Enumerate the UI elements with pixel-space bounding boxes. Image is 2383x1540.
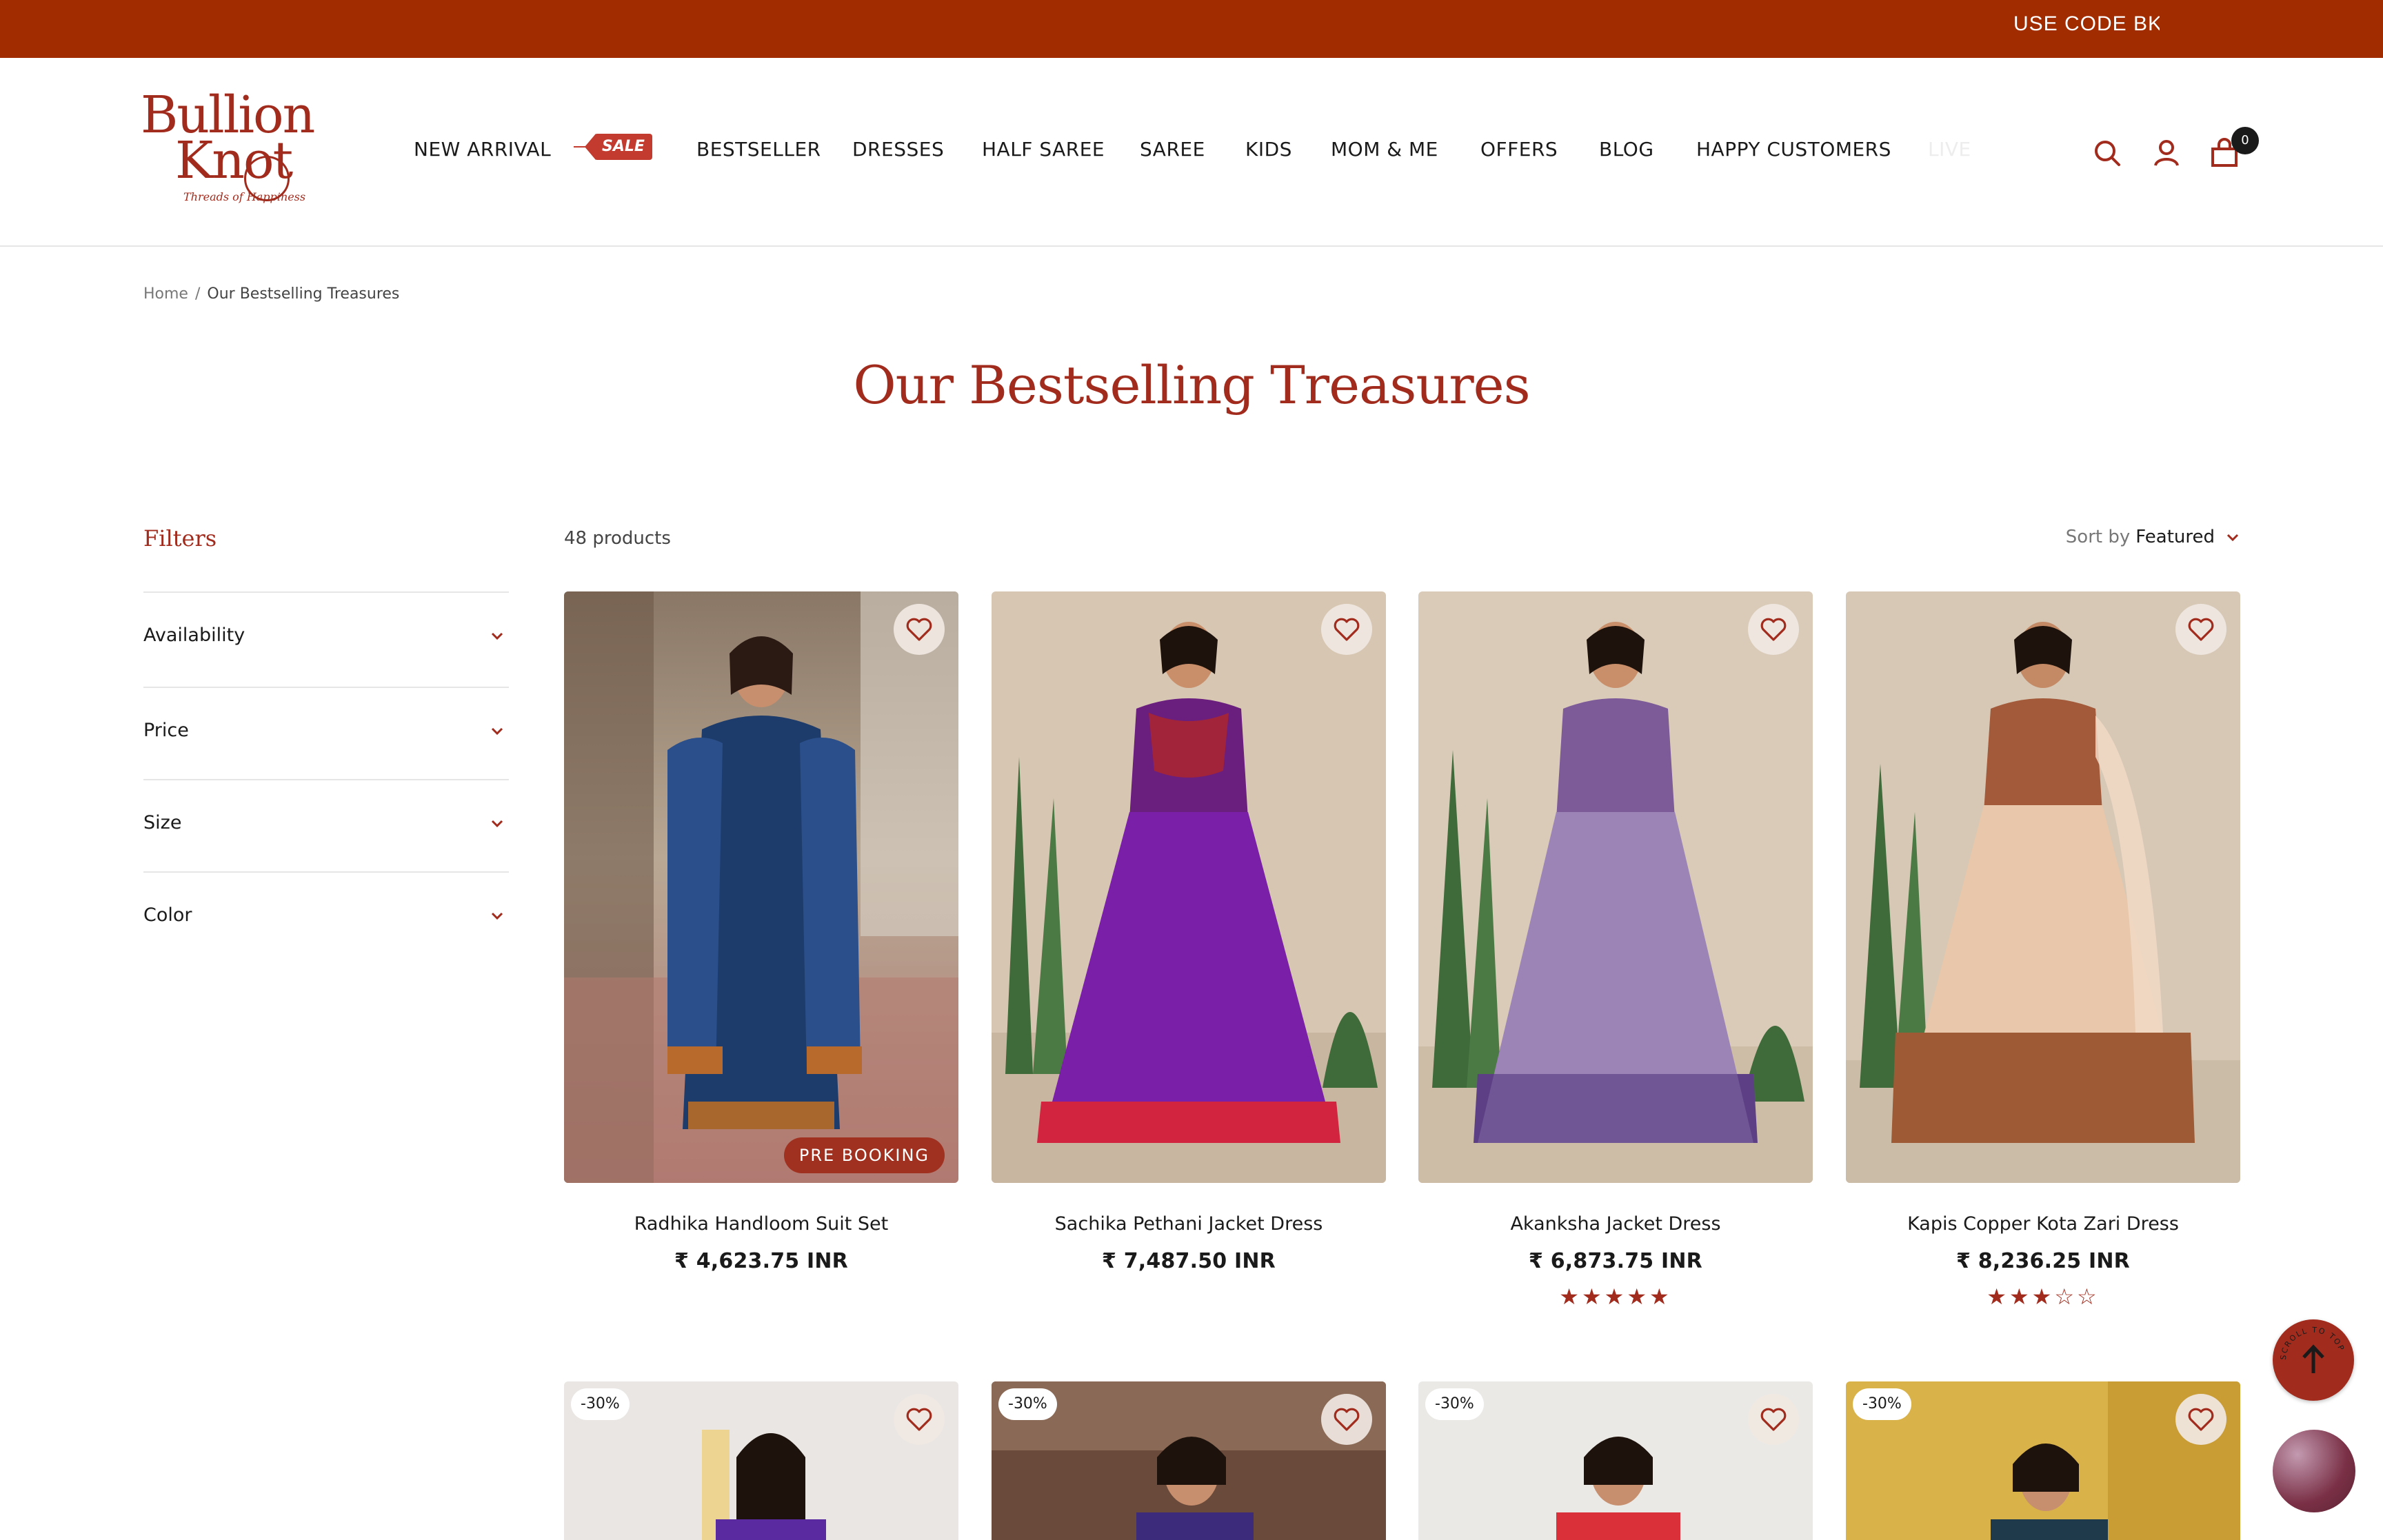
product-count: 48 products [564, 528, 671, 549]
product-image[interactable] [1418, 591, 1813, 1183]
sale-tag-label: SALE [594, 134, 652, 160]
product-name[interactable]: Kapis Copper Kota Zari Dress [1846, 1213, 2240, 1235]
chevron-down-icon [491, 912, 503, 920]
product-image[interactable] [992, 591, 1386, 1183]
breadcrumb-separator: / [194, 285, 201, 303]
page-title: Our Bestselling Treasures [853, 354, 1530, 416]
heart-icon [1334, 618, 1360, 641]
wishlist-button[interactable] [894, 604, 945, 655]
filters-title: Filters [143, 525, 217, 551]
heart-icon [2188, 1408, 2214, 1431]
nav-item-new-arrival[interactable]: NEW ARRIVAL [414, 138, 551, 161]
search-icon[interactable] [2089, 135, 2125, 171]
filter-price[interactable]: Price [143, 687, 509, 779]
product-price: ₹ 6,873.75 INR [1529, 1249, 1702, 1273]
nav-item-half-saree[interactable]: HALF SAREE [982, 138, 1105, 161]
discount-badge: -30% [571, 1388, 630, 1420]
wishlist-button[interactable] [1321, 1394, 1372, 1445]
rating-stars: ★★★★★ [1559, 1284, 1672, 1310]
product-price: ₹ 4,623.75 INR [674, 1249, 848, 1273]
nav-item-saree[interactable]: SAREE [1140, 138, 1205, 161]
nav-item-mom-and-me[interactable]: MOM & ME [1331, 138, 1438, 161]
nav-item-kids[interactable]: KIDS [1245, 138, 1292, 161]
sort-value: Featured [2135, 527, 2215, 547]
rating-stars: ★★★☆☆ [1987, 1284, 2100, 1310]
nav-item-dresses[interactable]: DRESSES [852, 138, 944, 161]
filter-label: Availability [143, 625, 245, 646]
chevron-down-icon [491, 632, 503, 640]
wishlist-button[interactable] [1321, 604, 1372, 655]
heart-icon [1334, 1408, 1360, 1431]
wishlist-button[interactable] [1748, 604, 1799, 655]
filter-size[interactable]: Size [143, 779, 509, 871]
announcement-bar: USE CODE BKFI [0, 0, 2383, 58]
heart-icon [1760, 618, 1787, 641]
heart-icon [906, 618, 932, 641]
nav-item-sale[interactable]: SALE [574, 132, 652, 161]
nav-item-happy-customers[interactable]: HAPPY CUSTOMERS [1696, 138, 1891, 161]
product-name[interactable]: Akanksha Jacket Dress [1418, 1213, 1813, 1235]
filter-availability[interactable]: Availability [143, 591, 509, 684]
wishlist-button[interactable] [1748, 1394, 1799, 1445]
logo-tagline: Threads of Happiness [183, 190, 306, 203]
chat-widget-button[interactable] [2273, 1430, 2355, 1512]
brand-logo[interactable]: Bullion Knot Threads of Happiness [141, 90, 320, 214]
heart-icon [2188, 618, 2214, 641]
announcement-text: USE CODE BKFI [2013, 12, 2160, 35]
chevron-down-icon [491, 820, 503, 828]
product-price: ₹ 7,487.50 INR [1102, 1249, 1276, 1273]
filter-label: Price [143, 720, 189, 741]
product-name[interactable]: Sachika Pethani Jacket Dress [992, 1213, 1386, 1235]
nav-item-blog[interactable]: BLOG [1599, 138, 1654, 161]
site-header: Bullion Knot Threads of Happiness NEW AR… [0, 58, 2383, 247]
user-icon[interactable] [2149, 135, 2184, 171]
cart-count-badge: 0 [2231, 127, 2259, 154]
discount-badge: -30% [998, 1388, 1057, 1420]
sort-label: Sort by [2065, 527, 2131, 547]
product-image[interactable]: PRE BOOKING [564, 591, 958, 1183]
nav-item-offers[interactable]: OFFERS [1480, 138, 1558, 161]
heart-icon [906, 1408, 932, 1431]
nav-item-live[interactable]: LIVE [1928, 138, 1971, 161]
discount-badge: -30% [1425, 1388, 1484, 1420]
product-name[interactable]: Radhika Handloom Suit Set [564, 1213, 958, 1235]
sort-dropdown[interactable]: Sort by Featured [2066, 527, 2241, 547]
breadcrumb: Home / Our Bestselling Treasures [143, 285, 399, 303]
filter-label: Color [143, 904, 192, 926]
product-image[interactable] [1846, 591, 2240, 1183]
breadcrumb-home[interactable]: Home [143, 285, 188, 303]
filter-color[interactable]: Color [143, 871, 509, 964]
heart-icon [1760, 1408, 1787, 1431]
filter-label: Size [143, 812, 182, 833]
breadcrumb-current: Our Bestselling Treasures [207, 285, 400, 303]
wishlist-button[interactable] [894, 1394, 945, 1445]
scroll-to-top-button[interactable]: SCROLL TO TOP [2273, 1319, 2354, 1401]
wishlist-button[interactable] [2175, 1394, 2226, 1445]
product-price: ₹ 8,236.25 INR [1956, 1249, 2130, 1273]
wishlist-button[interactable] [2175, 604, 2226, 655]
arrow-up-icon [2302, 1344, 2324, 1373]
discount-badge: -30% [1853, 1388, 1911, 1420]
chevron-down-icon [491, 727, 503, 736]
chevron-down-icon [2226, 534, 2239, 541]
pre-booking-badge: PRE BOOKING [783, 1137, 945, 1173]
nav-item-bestseller[interactable]: BESTSELLER [696, 138, 821, 161]
